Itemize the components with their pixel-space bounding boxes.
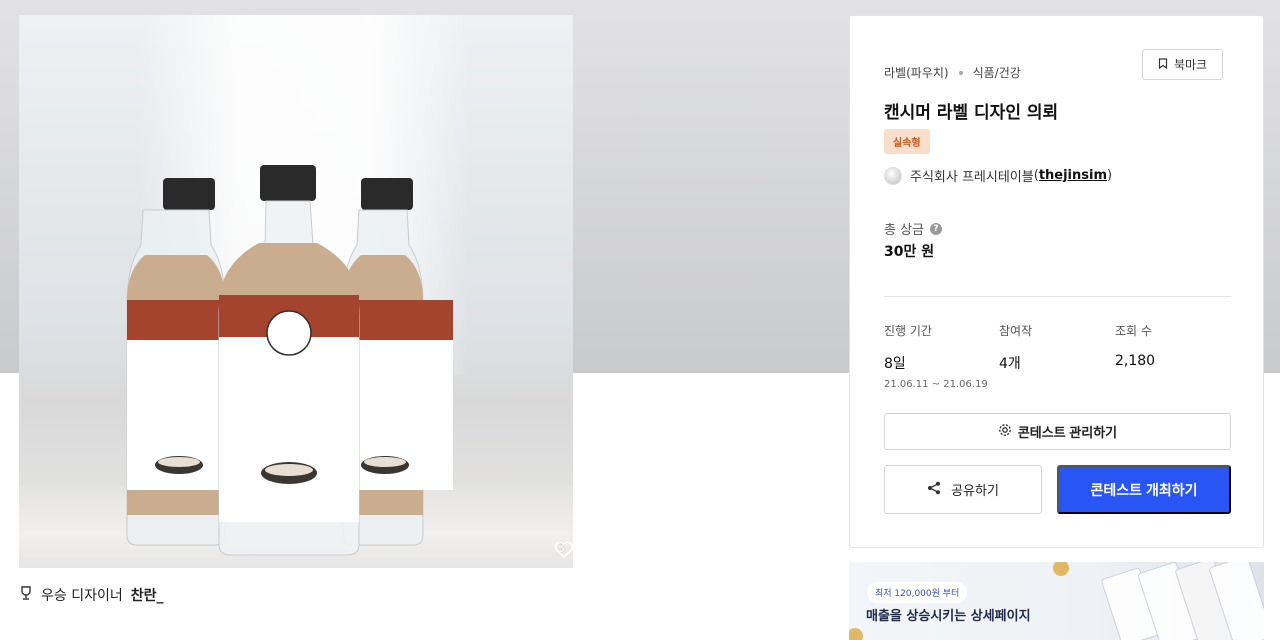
bookmark-button[interactable]: 북마크 <box>1142 49 1223 80</box>
product-bottles-illustration <box>126 165 453 556</box>
divider <box>884 296 1231 297</box>
stat-entries: 참여작 4개 <box>999 322 1032 373</box>
breadcrumb-separator <box>958 70 963 75</box>
period-label: 진행 기간 <box>884 324 932 338</box>
stat-views: 조회 수 2,180 <box>1115 322 1155 369</box>
trophy-icon <box>19 586 33 604</box>
stat-period: 진행 기간 8일 21.06.11 ~ 21.06.19 <box>884 322 988 390</box>
owner-avatar[interactable] <box>884 166 902 185</box>
ad-price-pill: 최저 120,000원 부터 <box>867 582 968 603</box>
category-sub[interactable]: 식품/건강 <box>973 64 1021 81</box>
contest-hero-image[interactable]: 3 <box>19 15 573 568</box>
ad-banner[interactable]: 최저 120,000원 부터 매출을 상승시키는 상세페이지 <box>849 562 1264 640</box>
contest-owner: 주식회사 프레시테이블 (thejinsim) <box>884 166 1112 185</box>
plan-badge: 실속형 <box>884 129 930 154</box>
owner-name: 주식회사 프레시테이블 <box>910 170 1034 185</box>
bottle-left <box>126 178 226 546</box>
period-range: 21.06.11 ~ 21.06.19 <box>884 379 988 390</box>
ad-headline: 매출을 상승시키는 상세페이지 <box>866 609 1031 624</box>
entries-label: 참여작 <box>999 324 1033 338</box>
prize-value: 30만 원 <box>884 244 935 260</box>
winner-prefix: 우승 디자이너 <box>41 588 123 604</box>
contest-info-card: 라벨(파우치) 식품/건강 북마크 캔시머 라벨 디자인 의뢰 실속형 주식회사… <box>849 15 1264 548</box>
views-value: 2,180 <box>1115 353 1156 369</box>
views-label: 조회 수 <box>1115 324 1152 338</box>
share-icon <box>927 481 941 498</box>
category-breadcrumb: 라벨(파우치) 식품/건강 <box>884 64 1021 81</box>
prize-label: 총 상금 <box>884 223 925 238</box>
period-value: 8일 <box>884 356 906 372</box>
bottle-front <box>218 165 360 556</box>
bookmark-label: 북마크 <box>1173 58 1208 72</box>
help-icon[interactable]: ? <box>930 222 943 235</box>
share-label: 공유하기 <box>951 483 999 498</box>
contest-title: 캔시머 라벨 디자인 의뢰 <box>884 103 1059 123</box>
bookmark-icon <box>1158 57 1168 72</box>
host-contest-button[interactable]: 콘테스트 개최하기 <box>1057 465 1231 514</box>
manage-contest-label: 콘테스트 관리하기 <box>1017 425 1118 440</box>
share-button[interactable]: 공유하기 <box>884 465 1042 514</box>
entries-value: 4개 <box>999 356 1021 372</box>
manage-contest-button[interactable]: 콘테스트 관리하기 <box>884 413 1231 450</box>
category-main[interactable]: 라벨(파우치) <box>884 64 949 81</box>
winner-designer-line: 우승 디자이너 찬란_ <box>19 585 164 605</box>
owner-handle-link[interactable]: thejinsim <box>1039 168 1107 183</box>
like-counter[interactable]: 3 <box>554 541 573 559</box>
gear-icon <box>998 423 1012 440</box>
prize-label-row: 총 상금 ? <box>884 219 943 238</box>
winner-name[interactable]: 찬란_ <box>131 585 164 605</box>
